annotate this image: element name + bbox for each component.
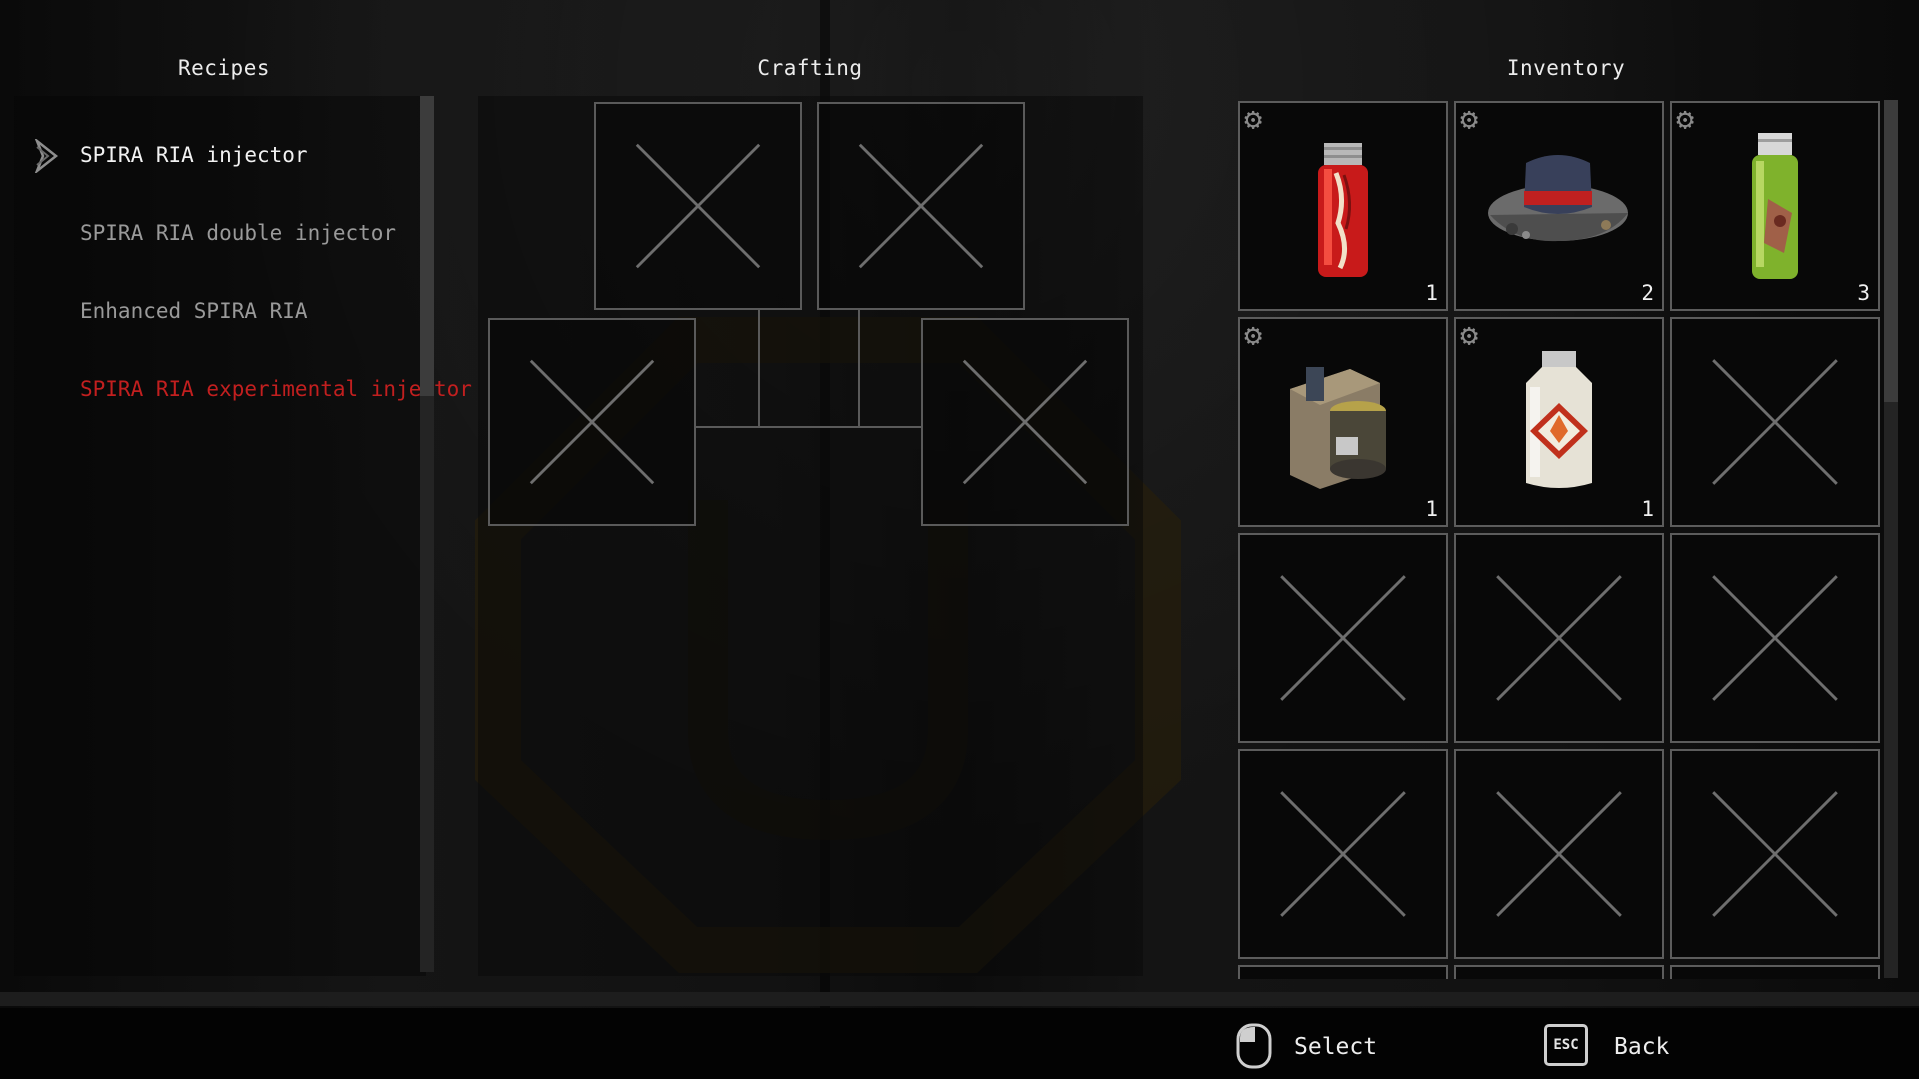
red-vial-icon xyxy=(1318,143,1368,277)
empty-slot-x-icon xyxy=(962,359,1088,485)
inventory-slot-partial[interactable] xyxy=(1670,965,1880,979)
back-hint-label[interactable]: Back xyxy=(1614,1034,1669,1060)
gear-icon: ⚙ xyxy=(1460,102,1479,137)
recipes-heading: Recipes xyxy=(177,56,270,80)
gear-icon: ⚙ xyxy=(1244,318,1263,353)
inventory-slot[interactable] xyxy=(1454,533,1664,743)
inventory-slot[interactable] xyxy=(1670,317,1880,527)
item-quantity: 1 xyxy=(1425,281,1438,305)
gear-icon: ⚙ xyxy=(1244,102,1263,137)
empty-slot-x-icon xyxy=(858,143,984,269)
crafting-connector xyxy=(858,310,860,428)
empty-slot-x-icon xyxy=(1496,575,1622,701)
recipes-scrollbar-thumb[interactable] xyxy=(420,96,434,396)
select-hint-label: Select xyxy=(1294,1034,1378,1060)
supply-box-icon xyxy=(1290,367,1386,489)
inventory-scrollbar-thumb[interactable] xyxy=(1884,100,1898,402)
empty-slot-x-icon xyxy=(529,359,655,485)
gear-icon: ⚙ xyxy=(1676,102,1695,137)
empty-slot-x-icon xyxy=(635,143,761,269)
crafting-result-slot[interactable] xyxy=(921,318,1129,526)
item-quantity: 3 xyxy=(1857,281,1870,305)
inventory-slot[interactable] xyxy=(1670,533,1880,743)
selection-arrow-icon xyxy=(34,139,59,173)
crafting-connector xyxy=(696,426,922,428)
inventory-slot-partial[interactable] xyxy=(1454,965,1664,979)
empty-slot-x-icon xyxy=(1280,575,1406,701)
inventory-slot[interactable]: ⚙ 1 xyxy=(1454,317,1664,527)
crafting-panel xyxy=(478,96,1143,976)
esc-key-icon: ESC xyxy=(1544,1024,1588,1066)
item-quantity: 1 xyxy=(1425,497,1438,521)
recipe-item-spira-ria-double-injector[interactable]: SPIRA RIA double injector xyxy=(80,221,396,245)
bottom-divider xyxy=(0,992,1919,1006)
empty-slot-x-icon xyxy=(1280,791,1406,917)
item-quantity: 1 xyxy=(1641,497,1654,521)
crafting-connector xyxy=(758,310,760,428)
recipes-scrollbar[interactable] xyxy=(420,96,434,972)
inventory-heading: Inventory xyxy=(1506,56,1626,80)
green-vial-icon xyxy=(1752,133,1798,279)
inventory-slot[interactable]: ⚙ 3 xyxy=(1670,101,1880,311)
inventory-slot-partial[interactable] xyxy=(1238,965,1448,979)
empty-slot-x-icon xyxy=(1712,791,1838,917)
inventory-slot[interactable]: ⚙ 2 xyxy=(1454,101,1664,311)
crafting-heading: Crafting xyxy=(757,56,863,80)
inventory-slot[interactable] xyxy=(1238,533,1448,743)
empty-slot-x-icon xyxy=(1712,575,1838,701)
inventory-scrollbar[interactable] xyxy=(1884,100,1898,978)
inventory-slot[interactable] xyxy=(1454,749,1664,959)
item-quantity: 2 xyxy=(1641,281,1654,305)
crafting-slot[interactable] xyxy=(817,102,1025,310)
inventory-slot[interactable] xyxy=(1670,749,1880,959)
inventory-slot[interactable]: ⚙ 1 xyxy=(1238,101,1448,311)
recipe-item-enhanced-spira-ria[interactable]: Enhanced SPIRA RIA xyxy=(80,299,308,323)
recipe-item-spira-ria-injector[interactable]: SPIRA RIA injector xyxy=(80,143,308,167)
empty-slot-x-icon xyxy=(1496,791,1622,917)
chemical-bottle-icon xyxy=(1526,351,1592,488)
inventory-slot[interactable] xyxy=(1238,749,1448,959)
crafting-slot[interactable] xyxy=(488,318,696,526)
empty-slot-x-icon xyxy=(1712,359,1838,485)
recipe-item-spira-ria-experimental-injector[interactable]: SPIRA RIA experimental injector xyxy=(80,377,472,401)
crafting-slot[interactable] xyxy=(594,102,802,310)
mouse-left-click-icon xyxy=(1236,1023,1272,1069)
gear-icon: ⚙ xyxy=(1460,318,1479,353)
inventory-slot[interactable]: ⚙ 1 xyxy=(1238,317,1448,527)
stone-hat-icon xyxy=(1488,155,1628,242)
